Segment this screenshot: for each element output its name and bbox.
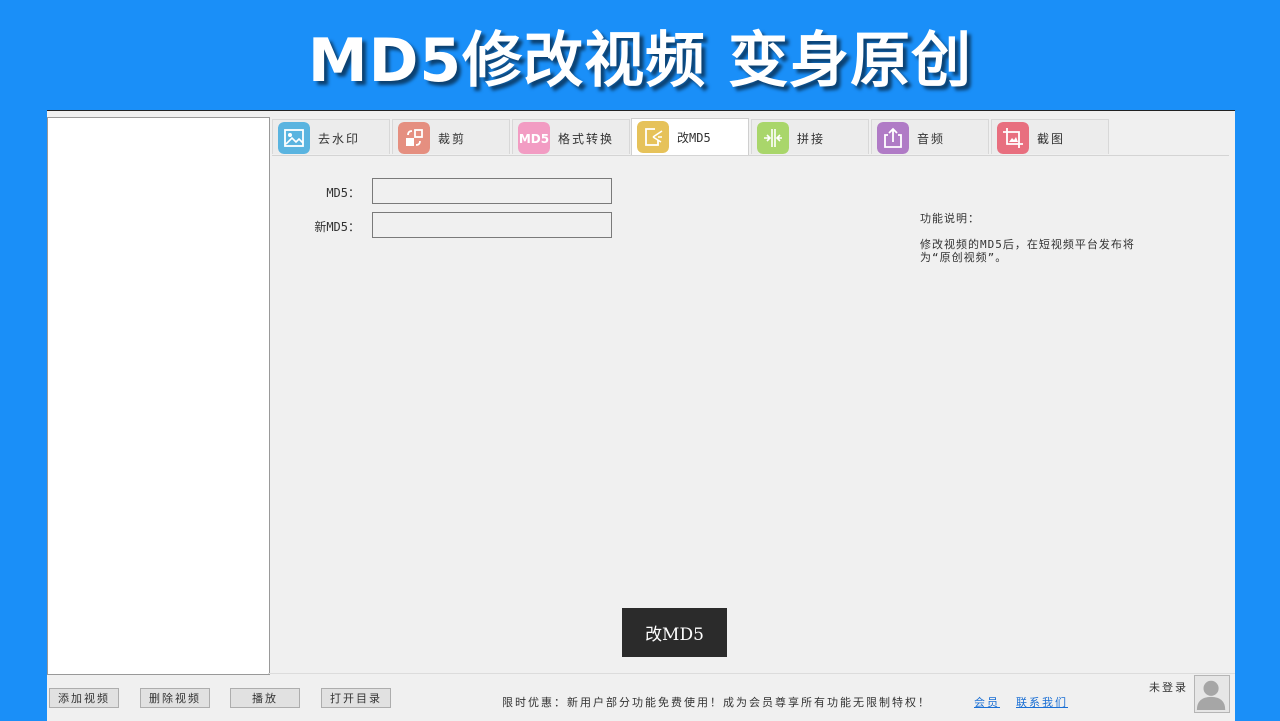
image-watermark-icon xyxy=(278,122,310,154)
video-file-list[interactable] xyxy=(47,117,270,675)
tab-merge[interactable]: 拼接 xyxy=(751,119,869,154)
tab-remove-watermark[interactable]: 去水印 xyxy=(272,119,390,154)
tab-label: 改MD5 xyxy=(677,131,711,145)
upload-audio-icon xyxy=(877,122,909,154)
play-button[interactable]: 播放 xyxy=(230,688,300,708)
tab-label: 音频 xyxy=(917,132,946,146)
screenshot-icon xyxy=(997,122,1029,154)
contact-us-link[interactable]: 联系我们 xyxy=(1016,694,1068,710)
login-status: 未登录 xyxy=(1149,681,1188,694)
description-line-2: 为“原创视频”。 xyxy=(920,251,1008,264)
divider xyxy=(268,673,1235,674)
banner-title: MD5修改视频 变身原创 xyxy=(307,26,973,96)
new-md5-label: 新MD5： xyxy=(314,220,360,234)
tab-change-md5[interactable]: 改MD5 xyxy=(631,118,749,155)
user-icon xyxy=(1196,680,1226,711)
tab-audio[interactable]: 音频 xyxy=(871,119,989,154)
crop-icon xyxy=(398,122,430,154)
add-video-button[interactable]: 添加视频 xyxy=(49,688,119,708)
tab-screenshot[interactable]: 截图 xyxy=(991,119,1109,154)
member-link[interactable]: 会员 xyxy=(974,694,1000,710)
md5-label: MD5： xyxy=(326,186,360,200)
tab-label: 截图 xyxy=(1037,132,1066,146)
tab-bar: 去水印 裁剪 MD5 格式转换 改MD5 拼接 音频 截图 xyxy=(272,118,1229,156)
description-heading: 功能说明： xyxy=(920,212,980,225)
new-md5-input[interactable] xyxy=(372,212,612,238)
open-directory-button[interactable]: 打开目录 xyxy=(321,688,391,708)
delete-video-button[interactable]: 删除视频 xyxy=(140,688,210,708)
tab-label: 去水印 xyxy=(318,132,361,146)
tab-format-convert[interactable]: MD5 格式转换 xyxy=(512,119,630,154)
md5-input[interactable] xyxy=(372,178,612,204)
md5-icon-text: MD5 xyxy=(519,132,549,146)
md5-format-icon: MD5 xyxy=(518,122,550,154)
tab-crop[interactable]: 裁剪 xyxy=(392,119,510,154)
change-md5-button[interactable]: 改MD5 xyxy=(622,608,727,657)
app-window: 去水印 裁剪 MD5 格式转换 改MD5 拼接 音频 截图 MD5： 新MD5：… xyxy=(47,110,1235,721)
merge-icon xyxy=(757,122,789,154)
tab-label: 格式转换 xyxy=(558,132,615,146)
edit-file-icon xyxy=(637,121,669,153)
tab-label: 裁剪 xyxy=(438,132,467,146)
description-line-1: 修改视频的MD5后，在短视频平台发布将 xyxy=(920,238,1135,251)
promo-text: 限时优惠：新用户部分功能免费使用！成为会员尊享所有功能无限制特权！ xyxy=(502,696,931,709)
tab-label: 拼接 xyxy=(797,132,826,146)
avatar[interactable] xyxy=(1194,675,1230,713)
